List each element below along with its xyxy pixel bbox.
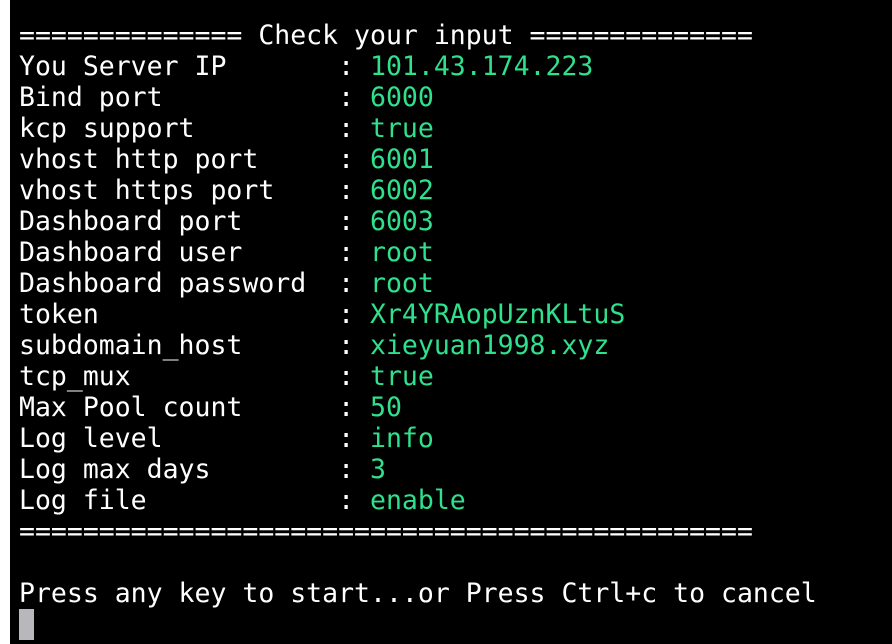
config-key: Dashboard port xyxy=(19,206,243,237)
config-key: Log file xyxy=(19,485,147,516)
config-value: 6003 xyxy=(370,206,434,237)
footer-line: ========================================… xyxy=(19,516,753,547)
config-row: subdomain_host: xieyuan1998.xyz xyxy=(19,330,892,361)
header-line: ============== Check your input ========… xyxy=(19,20,753,51)
config-key: vhost http port xyxy=(19,144,259,175)
config-value: 6002 xyxy=(370,175,434,206)
config-value: Xr4YRAopUznKLtuS xyxy=(370,299,626,330)
config-separator: : xyxy=(338,423,355,454)
config-separator: : xyxy=(338,237,355,268)
config-key: Max Pool count xyxy=(19,392,243,423)
config-key: Dashboard password xyxy=(19,268,307,299)
config-row: Log level: info xyxy=(19,423,892,454)
config-key: kcp support xyxy=(19,113,195,144)
config-value: enable xyxy=(370,485,466,516)
config-value: 101.43.174.223 xyxy=(370,51,594,82)
config-value: root xyxy=(370,268,434,299)
config-row: Dashboard password: root xyxy=(19,268,892,299)
config-value: 3 xyxy=(370,454,386,485)
config-key: Log max days xyxy=(19,454,211,485)
config-row: vhost http port: 6001 xyxy=(19,144,892,175)
config-separator: : xyxy=(338,206,355,237)
config-value: true xyxy=(370,361,434,392)
config-value: 6001 xyxy=(370,144,434,175)
config-row: Dashboard user: root xyxy=(19,237,892,268)
config-row: Max Pool count: 50 xyxy=(19,392,892,423)
config-key: vhost https port xyxy=(19,175,275,206)
config-separator: : xyxy=(338,113,355,144)
config-row: Bind port: 6000 xyxy=(19,82,892,113)
config-separator: : xyxy=(338,51,355,82)
config-separator: : xyxy=(338,485,355,516)
config-value: 6000 xyxy=(370,82,434,113)
config-value: info xyxy=(370,423,434,454)
terminal-window[interactable]: ============== Check your input ========… xyxy=(10,0,892,644)
config-key: Log level xyxy=(19,423,163,454)
config-key: Bind port xyxy=(19,82,163,113)
config-separator: : xyxy=(338,392,355,423)
config-separator: : xyxy=(338,175,355,206)
config-value: 50 xyxy=(370,392,402,423)
config-row: vhost https port: 6002 xyxy=(19,175,892,206)
config-value: true xyxy=(370,113,434,144)
config-separator: : xyxy=(338,144,355,175)
config-row: Log max days: 3 xyxy=(19,454,892,485)
config-row: tcp_mux: true xyxy=(19,361,892,392)
config-separator: : xyxy=(338,454,355,485)
config-key: You Server IP xyxy=(19,51,227,82)
config-row: token: Xr4YRAopUznKLtuS xyxy=(19,299,892,330)
config-key: subdomain_host xyxy=(19,330,243,361)
config-separator: : xyxy=(338,361,355,392)
config-separator: : xyxy=(338,330,355,361)
config-key: token xyxy=(19,299,99,330)
config-key: Dashboard user xyxy=(19,237,243,268)
config-list: You Server IP: 101.43.174.223 Bind port:… xyxy=(19,51,892,516)
config-value: xieyuan1998.xyz xyxy=(370,330,610,361)
config-row: You Server IP: 101.43.174.223 xyxy=(19,51,892,82)
cursor-line[interactable] xyxy=(19,609,892,640)
config-separator: : xyxy=(338,299,355,330)
config-row: Dashboard port: 6003 xyxy=(19,206,892,237)
config-separator: : xyxy=(338,82,355,113)
config-key: tcp_mux xyxy=(19,361,131,392)
config-separator: : xyxy=(338,268,355,299)
config-row: Log file: enable xyxy=(19,485,892,516)
config-row: kcp support: true xyxy=(19,113,892,144)
prompt-line: Press any key to start...or Press Ctrl+c… xyxy=(19,578,817,609)
config-value: root xyxy=(370,237,434,268)
text-cursor xyxy=(19,609,34,640)
